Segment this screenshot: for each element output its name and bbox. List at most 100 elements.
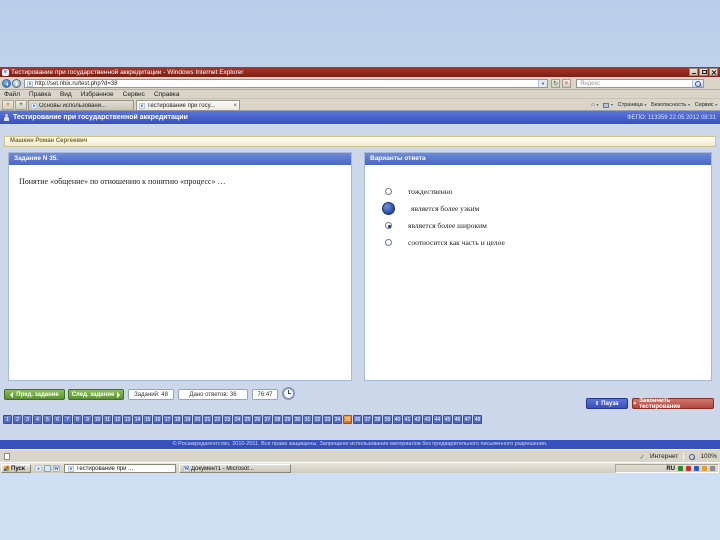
previous-task-button[interactable]: Пред. задание — [4, 389, 65, 400]
question-cell-14[interactable]: 14 — [133, 415, 142, 424]
question-cell-18[interactable]: 18 — [173, 415, 182, 424]
question-cell-17[interactable]: 17 — [163, 415, 172, 424]
question-cell-11[interactable]: 11 — [103, 415, 112, 424]
question-cell-16[interactable]: 16 — [153, 415, 162, 424]
tab-testing-active[interactable]: e Тестирование при госу... × — [136, 100, 240, 111]
next-task-button[interactable]: След. задание — [68, 389, 124, 400]
add-favorite-icon[interactable]: + — [15, 100, 27, 110]
radio-button[interactable] — [385, 188, 392, 195]
question-cell-26[interactable]: 26 — [253, 415, 262, 424]
quicklaunch-ie-icon[interactable]: e — [35, 465, 42, 472]
question-cell-31[interactable]: 31 — [303, 415, 312, 424]
question-cell-23[interactable]: 23 — [223, 415, 232, 424]
tray-icon[interactable] — [694, 466, 699, 471]
back-button[interactable] — [2, 79, 11, 88]
forward-button[interactable] — [12, 79, 21, 88]
menu-edit[interactable]: Правка — [29, 91, 51, 98]
menu-file[interactable]: Файл — [4, 91, 20, 98]
pause-button[interactable]: ‖ Пауза — [586, 398, 628, 409]
question-cell-7[interactable]: 7 — [63, 415, 72, 424]
question-cell-47[interactable]: 47 — [463, 415, 472, 424]
question-cell-22[interactable]: 22 — [213, 415, 222, 424]
question-cell-30[interactable]: 30 — [293, 415, 302, 424]
menu-help[interactable]: Справка — [154, 91, 180, 98]
question-cell-21[interactable]: 21 — [203, 415, 212, 424]
tray-icon[interactable] — [686, 466, 691, 471]
question-cell-39[interactable]: 39 — [383, 415, 392, 424]
answer-option-2[interactable]: является более узким — [365, 200, 711, 217]
radio-button[interactable] — [385, 239, 392, 246]
question-cell-10[interactable]: 10 — [93, 415, 102, 424]
question-cell-35[interactable]: 35 — [343, 415, 352, 424]
radio-button-selected[interactable] — [385, 222, 392, 229]
tab-close-icon[interactable]: × — [233, 103, 237, 109]
question-cell-24[interactable]: 24 — [233, 415, 242, 424]
question-cell-33[interactable]: 33 — [323, 415, 332, 424]
question-cell-3[interactable]: 3 — [23, 415, 32, 424]
language-indicator[interactable]: RU — [666, 466, 675, 472]
answer-option-1[interactable]: тождественно — [365, 183, 711, 200]
favorites-star-icon[interactable]: ★ — [2, 100, 14, 110]
question-cell-15[interactable]: 15 — [143, 415, 152, 424]
question-cell-37[interactable]: 37 — [363, 415, 372, 424]
answer-option-3[interactable]: является более широким — [365, 217, 711, 234]
question-cell-45[interactable]: 45 — [443, 415, 452, 424]
question-cell-36[interactable]: 36 — [353, 415, 362, 424]
menu-favorites[interactable]: Избранное — [81, 91, 114, 98]
answer-option-4[interactable]: соотносится как часть и целое — [365, 234, 711, 251]
taskbar-task-testing[interactable]: e Тестирование при ... — [64, 464, 176, 473]
question-cell-5[interactable]: 5 — [43, 415, 52, 424]
question-cell-48[interactable]: 48 — [473, 415, 482, 424]
refresh-button[interactable]: ↻ — [551, 79, 560, 88]
search-icon[interactable] — [692, 80, 703, 87]
quicklaunch-word-icon[interactable]: W — [53, 465, 60, 472]
question-cell-34[interactable]: 34 — [333, 415, 342, 424]
tray-icon[interactable] — [678, 466, 683, 471]
tools-menu-button[interactable]: Сервис ▼ — [695, 102, 718, 108]
tab-other-page[interactable]: e Основы использовани... — [28, 100, 134, 111]
question-cell-42[interactable]: 42 — [413, 415, 422, 424]
question-cell-1[interactable]: 1 — [3, 415, 12, 424]
question-cell-46[interactable]: 46 — [453, 415, 462, 424]
home-button[interactable]: ⌂ ▼ — [591, 102, 599, 108]
address-dropdown-icon[interactable]: ▼ — [538, 80, 547, 87]
maximize-button[interactable] — [699, 68, 708, 76]
zoom-level[interactable]: 100% — [700, 453, 717, 460]
question-cell-6[interactable]: 6 — [53, 415, 62, 424]
question-cell-44[interactable]: 44 — [433, 415, 442, 424]
quicklaunch-desktop-icon[interactable] — [44, 465, 51, 472]
search-input[interactable]: Яндекс — [576, 79, 704, 88]
question-cell-8[interactable]: 8 — [73, 415, 82, 424]
question-cell-13[interactable]: 13 — [123, 415, 132, 424]
question-cell-43[interactable]: 43 — [423, 415, 432, 424]
cursor-ball-icon[interactable] — [382, 202, 395, 215]
question-cell-4[interactable]: 4 — [33, 415, 42, 424]
question-cell-27[interactable]: 27 — [263, 415, 272, 424]
question-cell-38[interactable]: 38 — [373, 415, 382, 424]
safety-menu-button[interactable]: Безопасность ▼ — [651, 102, 691, 108]
question-cell-19[interactable]: 19 — [183, 415, 192, 424]
question-cell-40[interactable]: 40 — [393, 415, 402, 424]
start-button[interactable]: Пуск — [1, 464, 31, 473]
question-cell-32[interactable]: 32 — [313, 415, 322, 424]
taskbar-task-word[interactable]: W Документ1 - Microsof... — [179, 464, 291, 473]
question-cell-20[interactable]: 20 — [193, 415, 202, 424]
tray-icon[interactable] — [710, 466, 715, 471]
question-cell-2[interactable]: 2 — [13, 415, 22, 424]
question-cell-25[interactable]: 25 — [243, 415, 252, 424]
minimize-button[interactable] — [689, 68, 698, 76]
finish-test-button[interactable]: × Закончить тестирование — [632, 398, 714, 410]
question-cell-41[interactable]: 41 — [403, 415, 412, 424]
question-cell-28[interactable]: 28 — [273, 415, 282, 424]
stop-button[interactable]: × — [562, 79, 571, 88]
address-bar[interactable]: e http://set.nbix.ru/test.php?d=38 ▼ — [24, 79, 548, 88]
question-cell-9[interactable]: 9 — [83, 415, 92, 424]
print-button[interactable]: ▼ — [603, 102, 614, 108]
menu-view[interactable]: Вид — [60, 91, 72, 98]
close-button[interactable] — [709, 68, 718, 76]
question-cell-12[interactable]: 12 — [113, 415, 122, 424]
tray-icon[interactable] — [702, 466, 707, 471]
menu-tools[interactable]: Сервис — [123, 91, 145, 98]
question-cell-29[interactable]: 29 — [283, 415, 292, 424]
page-menu-button[interactable]: Страница ▼ — [618, 102, 647, 108]
